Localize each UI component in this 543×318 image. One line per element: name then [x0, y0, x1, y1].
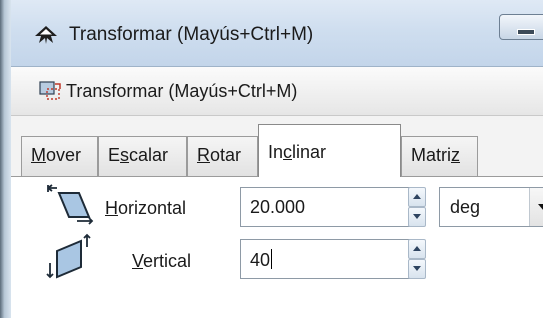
- tab-label-pre: E: [108, 145, 121, 165]
- vertical-spinner[interactable]: [408, 239, 426, 279]
- vertical-label-text: ertical: [143, 251, 192, 271]
- dropdown-arrow-icon[interactable]: [529, 188, 543, 226]
- horizontal-mnemonic: H: [105, 198, 118, 218]
- tab-mnemonic: c: [283, 142, 293, 162]
- horizontal-label-text: orizontal: [118, 198, 187, 218]
- tab-mnemonic: s: [120, 145, 130, 165]
- inkscape-app-icon: [35, 26, 57, 44]
- tab-matriz[interactable]: Matriz: [401, 136, 478, 176]
- vertical-label: Vertical: [132, 251, 191, 272]
- tab-mnemonic: z: [451, 145, 460, 165]
- skew-panel: Horizontal 20.000 deg Vertical 40: [11, 177, 543, 318]
- vertical-value: 40: [250, 250, 271, 270]
- horizontal-increment-button[interactable]: [408, 187, 426, 207]
- horizontal-value: 20.000: [250, 197, 306, 217]
- minimize-button[interactable]: [499, 14, 543, 40]
- tab-mnemonic: R: [197, 145, 210, 165]
- tab-label-pre: Matri: [411, 145, 451, 165]
- skew-horizontal-icon: [47, 184, 94, 225]
- tab-label-pre: In: [268, 142, 284, 162]
- vertical-increment-button[interactable]: [408, 239, 426, 259]
- vertical-mnemonic: V: [132, 251, 144, 271]
- transform-window: Transformar (Mayús+Ctrl+M) Transformar (…: [0, 0, 543, 318]
- window-titlebar[interactable]: Transformar (Mayús+Ctrl+M): [11, 0, 543, 67]
- text-caret: [271, 249, 273, 269]
- horizontal-decrement-button[interactable]: [408, 207, 426, 227]
- horizontal-label: Horizontal: [105, 198, 186, 219]
- skew-vertical-icon: [46, 233, 91, 279]
- transform-dialog-icon: [39, 81, 61, 100]
- tab-rotar[interactable]: Rotar: [187, 136, 258, 176]
- dialog-title: Transformar (Mayús+Ctrl+M): [66, 81, 298, 101]
- tab-mover[interactable]: Mover: [21, 136, 98, 176]
- horizontal-spinner[interactable]: [408, 187, 426, 227]
- vertical-input[interactable]: 40: [240, 239, 411, 279]
- window-frame-left: [0, 0, 11, 318]
- tab-label-post: linar: [292, 142, 327, 162]
- tab-escalar[interactable]: Escalar: [98, 136, 187, 176]
- unit-value: deg: [450, 197, 481, 217]
- horizontal-input[interactable]: 20.000: [240, 187, 411, 227]
- dialog-header: Transformar (Mayús+Ctrl+M): [11, 67, 543, 116]
- tab-label-post: otar: [210, 145, 242, 165]
- window-title: Transformar (Mayús+Ctrl+M): [69, 24, 314, 45]
- tab-label-post: calar: [129, 145, 169, 165]
- tab-inclinar[interactable]: Inclinar: [258, 124, 401, 177]
- tab-mnemonic: M: [31, 145, 46, 165]
- vertical-decrement-button[interactable]: [408, 259, 426, 279]
- tab-label-post: over: [46, 145, 82, 165]
- unit-select[interactable]: deg: [439, 187, 543, 227]
- transform-tabs: Mover Escalar Rotar Inclinar Matriz: [11, 124, 543, 177]
